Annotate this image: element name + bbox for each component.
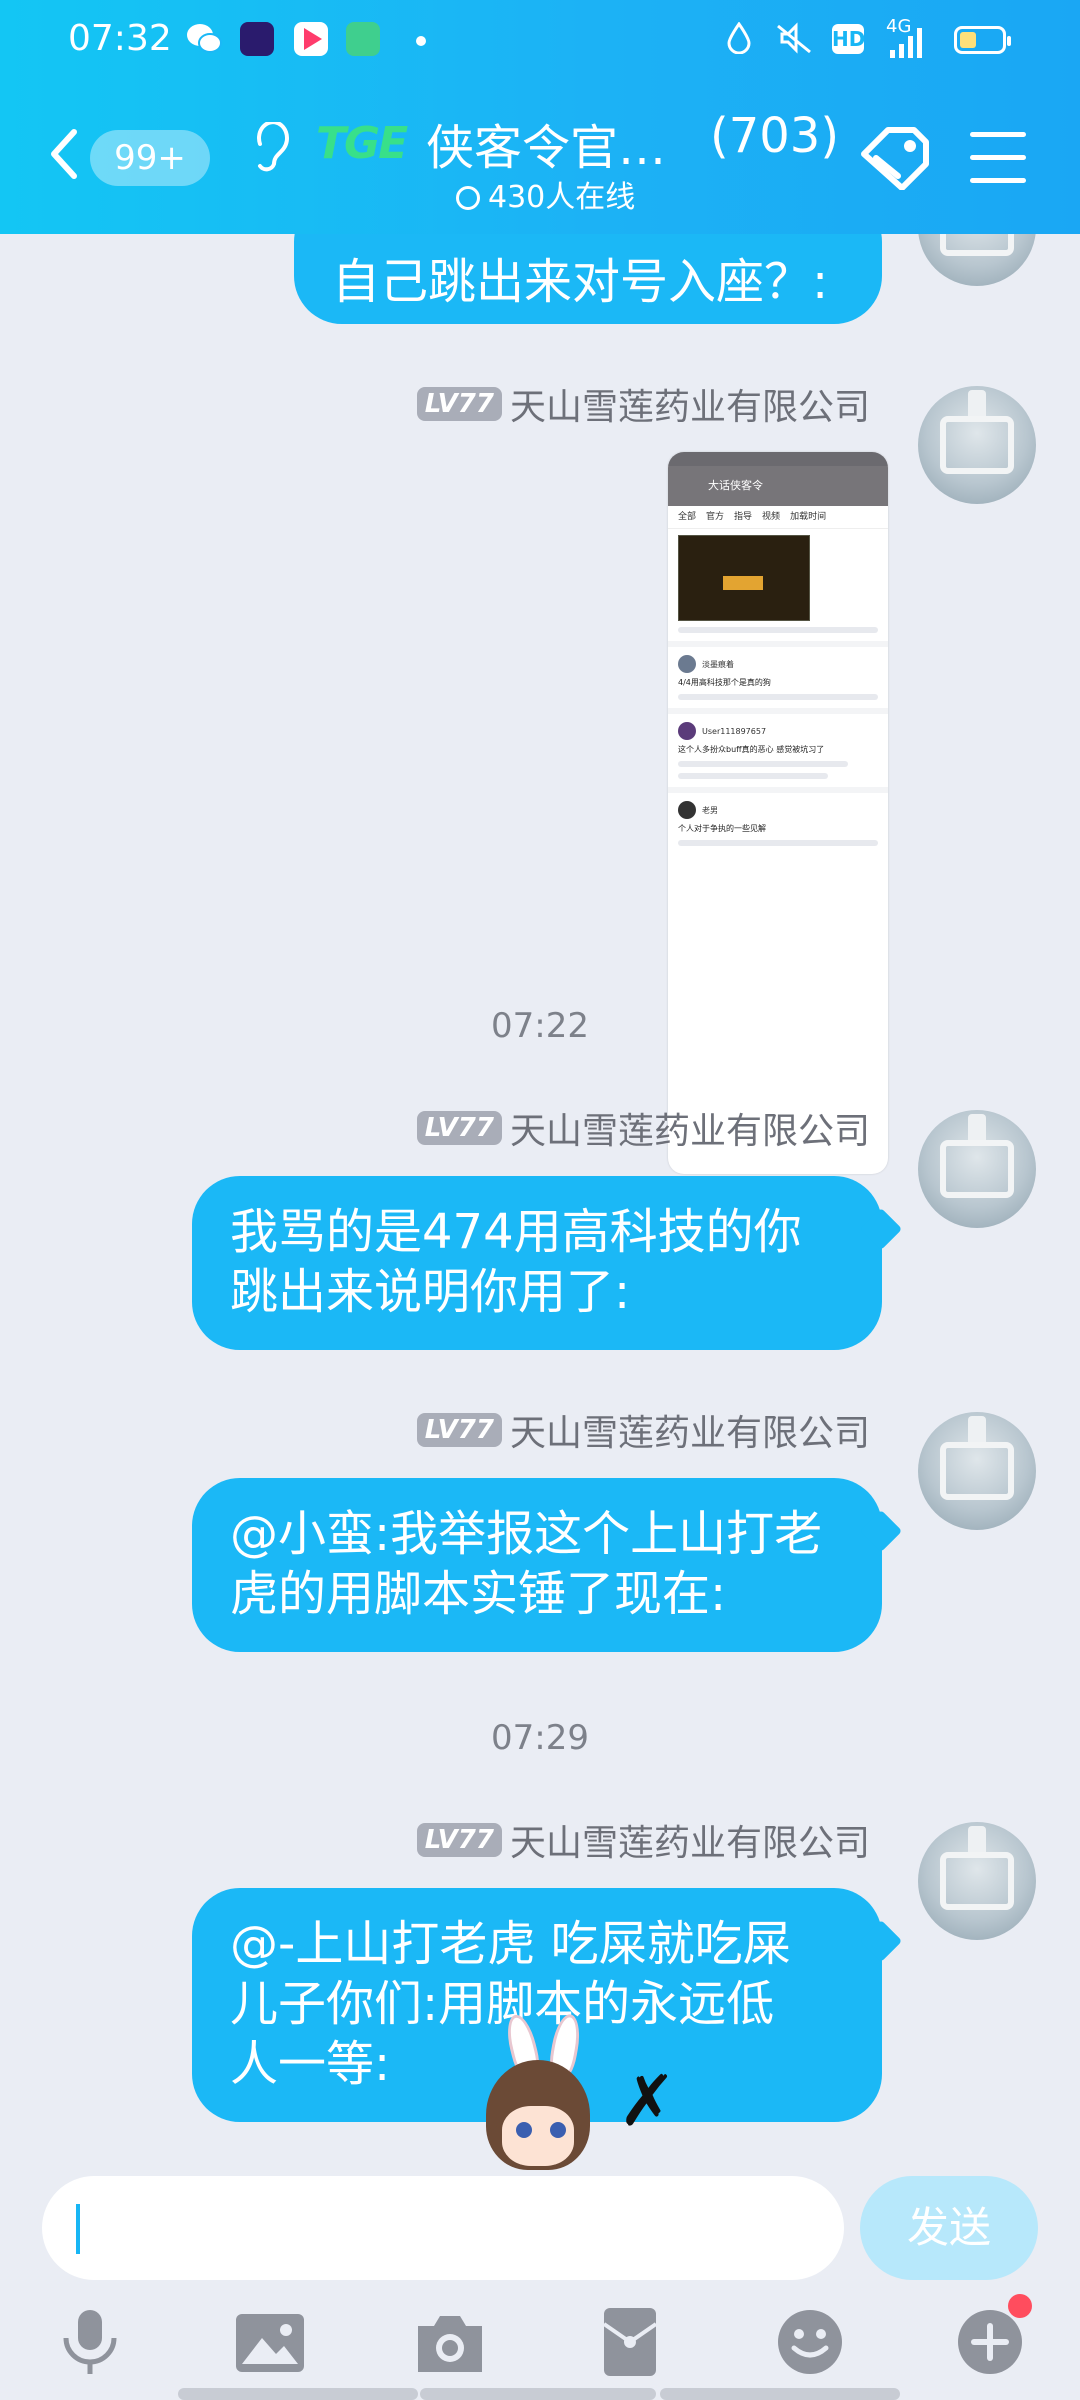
thumb-tabs: 全部 官方 指导 视频 加载时间 — [668, 506, 888, 529]
sender-row: LV77 天山雪莲药业有限公司 — [416, 1410, 870, 1454]
back-arrow-icon[interactable] — [44, 124, 84, 184]
message-text-line: 跳出来说明你用了: — [230, 1264, 631, 1320]
level-badge: LV77 — [416, 1413, 502, 1447]
status-time: 07:32 — [68, 18, 172, 59]
notification-badge — [1008, 2294, 1032, 2318]
x-mark-icon: ✗ — [618, 2060, 677, 2142]
time-separator: 07:22 — [491, 1006, 589, 1046]
thumb-text: 个人对于争执的一些见解 — [678, 824, 766, 833]
tag-icon[interactable] — [858, 124, 932, 191]
image-message-thumbnail[interactable]: 大话侠客令 全部 官方 指导 视频 加载时间 淡墨痕着 4/4用高科技那个是真的狗 Us… — [668, 452, 888, 1174]
thumb-header: 大话侠客令 — [668, 466, 888, 506]
message-text-line: @小蛮:我举报这个上山打老 — [230, 1506, 823, 1562]
unread-count-badge[interactable]: 99+ — [90, 130, 210, 186]
online-status[interactable]: 430人在线 — [456, 172, 635, 216]
send-button[interactable]: 发送 — [860, 2176, 1038, 2280]
gesture-bar[interactable] — [660, 2388, 900, 2400]
avatar[interactable] — [918, 234, 1036, 286]
sender-name[interactable]: 天山雪莲药业有限公司 — [510, 1102, 870, 1154]
youku-icon — [294, 22, 328, 56]
message-input[interactable] — [42, 2176, 844, 2280]
sender-name[interactable]: 天山雪莲药业有限公司 — [510, 378, 870, 430]
text-caret — [76, 2204, 80, 2254]
bunny-girl-sticker: ✗ — [468, 2011, 688, 2174]
input-bar: 发送 — [0, 2168, 1080, 2400]
sender-name[interactable]: 天山雪莲药业有限公司 — [510, 1814, 870, 1866]
sender-row: LV77 天山雪莲药业有限公司 — [416, 1108, 870, 1152]
avatar[interactable] — [918, 1822, 1036, 1940]
menu-icon[interactable] — [970, 132, 1026, 184]
camera-icon[interactable] — [412, 2304, 488, 2380]
message-text: 自己跳出来对号入座？: — [332, 254, 829, 310]
chat-area[interactable]: 自己跳出来对号入座？: LV77 天山雪莲药业有限公司 大话侠客令 全部 官方 指导… — [0, 234, 1080, 2168]
hd-icon: HD — [832, 24, 865, 54]
image-icon[interactable] — [232, 2304, 308, 2380]
thumb-user: 老男 — [678, 801, 878, 819]
avatar[interactable] — [918, 1412, 1036, 1530]
droplet-icon — [726, 21, 752, 61]
wechat-icon — [186, 22, 222, 56]
time-separator: 07:29 — [491, 1718, 589, 1758]
ear-icon[interactable] — [250, 120, 290, 174]
avatar[interactable] — [918, 386, 1036, 504]
member-count[interactable]: (703) — [710, 108, 839, 164]
message-bubble[interactable]: @小蛮:我举报这个上山打老 虎的用脚本实锤了现在: — [192, 1478, 903, 1652]
message-text-line: @-上山打老虎 吃屎就吃屎 — [230, 1916, 791, 1972]
group-logo: TGE — [316, 118, 408, 169]
message-text-line: 虎的用脚本实锤了现在: — [230, 1566, 727, 1622]
video-app-icon — [240, 22, 274, 56]
online-text: 430人在线 — [488, 180, 636, 215]
thumb-user: 淡墨痕着 — [678, 655, 878, 673]
red-packet-icon[interactable] — [592, 2304, 668, 2380]
level-badge: LV77 — [416, 1111, 502, 1145]
gesture-bar[interactable] — [178, 2388, 418, 2400]
level-badge: LV77 — [416, 387, 502, 421]
thumb-user: User111897657 — [678, 722, 878, 740]
message-text-line: 我骂的是474用高科技的你 — [230, 1204, 802, 1260]
online-check-icon — [456, 186, 480, 210]
notification-dot — [416, 36, 426, 46]
battery-icon — [954, 26, 1011, 54]
green-app-icon — [346, 22, 380, 56]
group-title[interactable]: 侠客令官… — [426, 108, 666, 178]
message-bubble[interactable]: 我骂的是474用高科技的你 跳出来说明你用了: — [192, 1176, 903, 1350]
sender-row: LV77 天山雪莲药业有限公司 — [416, 1820, 870, 1864]
thumb-text: 4/4用高科技那个是真的狗 — [678, 678, 771, 687]
sender-name[interactable]: 天山雪莲药业有限公司 — [510, 1404, 870, 1456]
thumb-game-screenshot — [678, 535, 810, 621]
thumb-text: 这个人多扮众buff真的恶心 感觉被坑习了 — [678, 745, 825, 754]
avatar[interactable] — [918, 1110, 1036, 1228]
sender-row: LV77 天山雪莲药业有限公司 — [416, 384, 870, 428]
top-bar: 07:32 HD 4G 99+ TGE 侠客令官… (703) 430人在线 — [0, 0, 1080, 234]
mute-vibrate-icon — [774, 22, 814, 61]
emoji-icon[interactable] — [772, 2304, 848, 2380]
message-bubble[interactable]: 自己跳出来对号入座？: — [294, 234, 882, 324]
microphone-icon[interactable] — [52, 2304, 128, 2380]
gesture-bar[interactable] — [420, 2388, 656, 2400]
level-badge: LV77 — [416, 1823, 502, 1857]
